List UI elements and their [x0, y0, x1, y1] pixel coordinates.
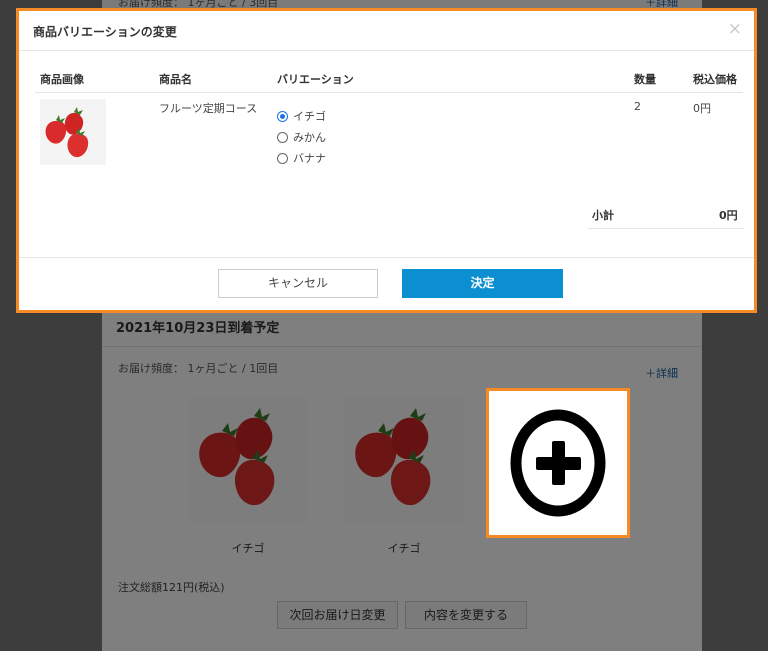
footer-divider — [19, 257, 754, 258]
header-quantity: 数量 — [634, 73, 656, 86]
variation-option-strawberry[interactable]: イチゴ — [277, 108, 326, 124]
close-icon[interactable]: × — [728, 19, 742, 39]
radio-button[interactable] — [277, 152, 288, 164]
price-value: 0円 — [693, 102, 711, 115]
strawberry-icon — [45, 107, 89, 158]
header-product-image: 商品画像 — [40, 73, 84, 86]
variation-label: みかん — [293, 131, 326, 144]
product-thumbnail — [40, 99, 106, 165]
header-product-name: 商品名 — [159, 73, 192, 86]
subtotal-divider — [588, 228, 744, 229]
radio-button[interactable] — [277, 110, 288, 122]
variation-change-modal: 商品バリエーションの変更 × 商品画像 商品名 バリエーション 数量 税込価格 … — [16, 8, 757, 313]
variation-label: バナナ — [293, 152, 326, 165]
radio-button[interactable] — [277, 131, 288, 143]
variation-option-banana[interactable]: バナナ — [277, 150, 326, 166]
confirm-button[interactable]: 決定 — [402, 269, 563, 298]
subtotal-value: 0円 — [719, 209, 738, 222]
variation-option-mikan[interactable]: みかん — [277, 129, 326, 145]
subtotal-label: 小計 — [592, 209, 614, 222]
header-variation: バリエーション — [277, 73, 354, 86]
product-name: フルーツ定期コース — [159, 102, 258, 115]
header-price: 税込価格 — [693, 73, 737, 86]
table-divider — [35, 92, 743, 93]
cancel-button[interactable]: キャンセル — [218, 269, 378, 298]
variation-label: イチゴ — [293, 110, 326, 123]
add-product-button[interactable] — [486, 388, 630, 538]
quantity-value: 2 — [634, 100, 641, 113]
modal-title: 商品バリエーションの変更 — [33, 25, 177, 39]
circle-plus-icon — [510, 409, 606, 517]
modal-header: 商品バリエーションの変更 × — [19, 11, 754, 51]
